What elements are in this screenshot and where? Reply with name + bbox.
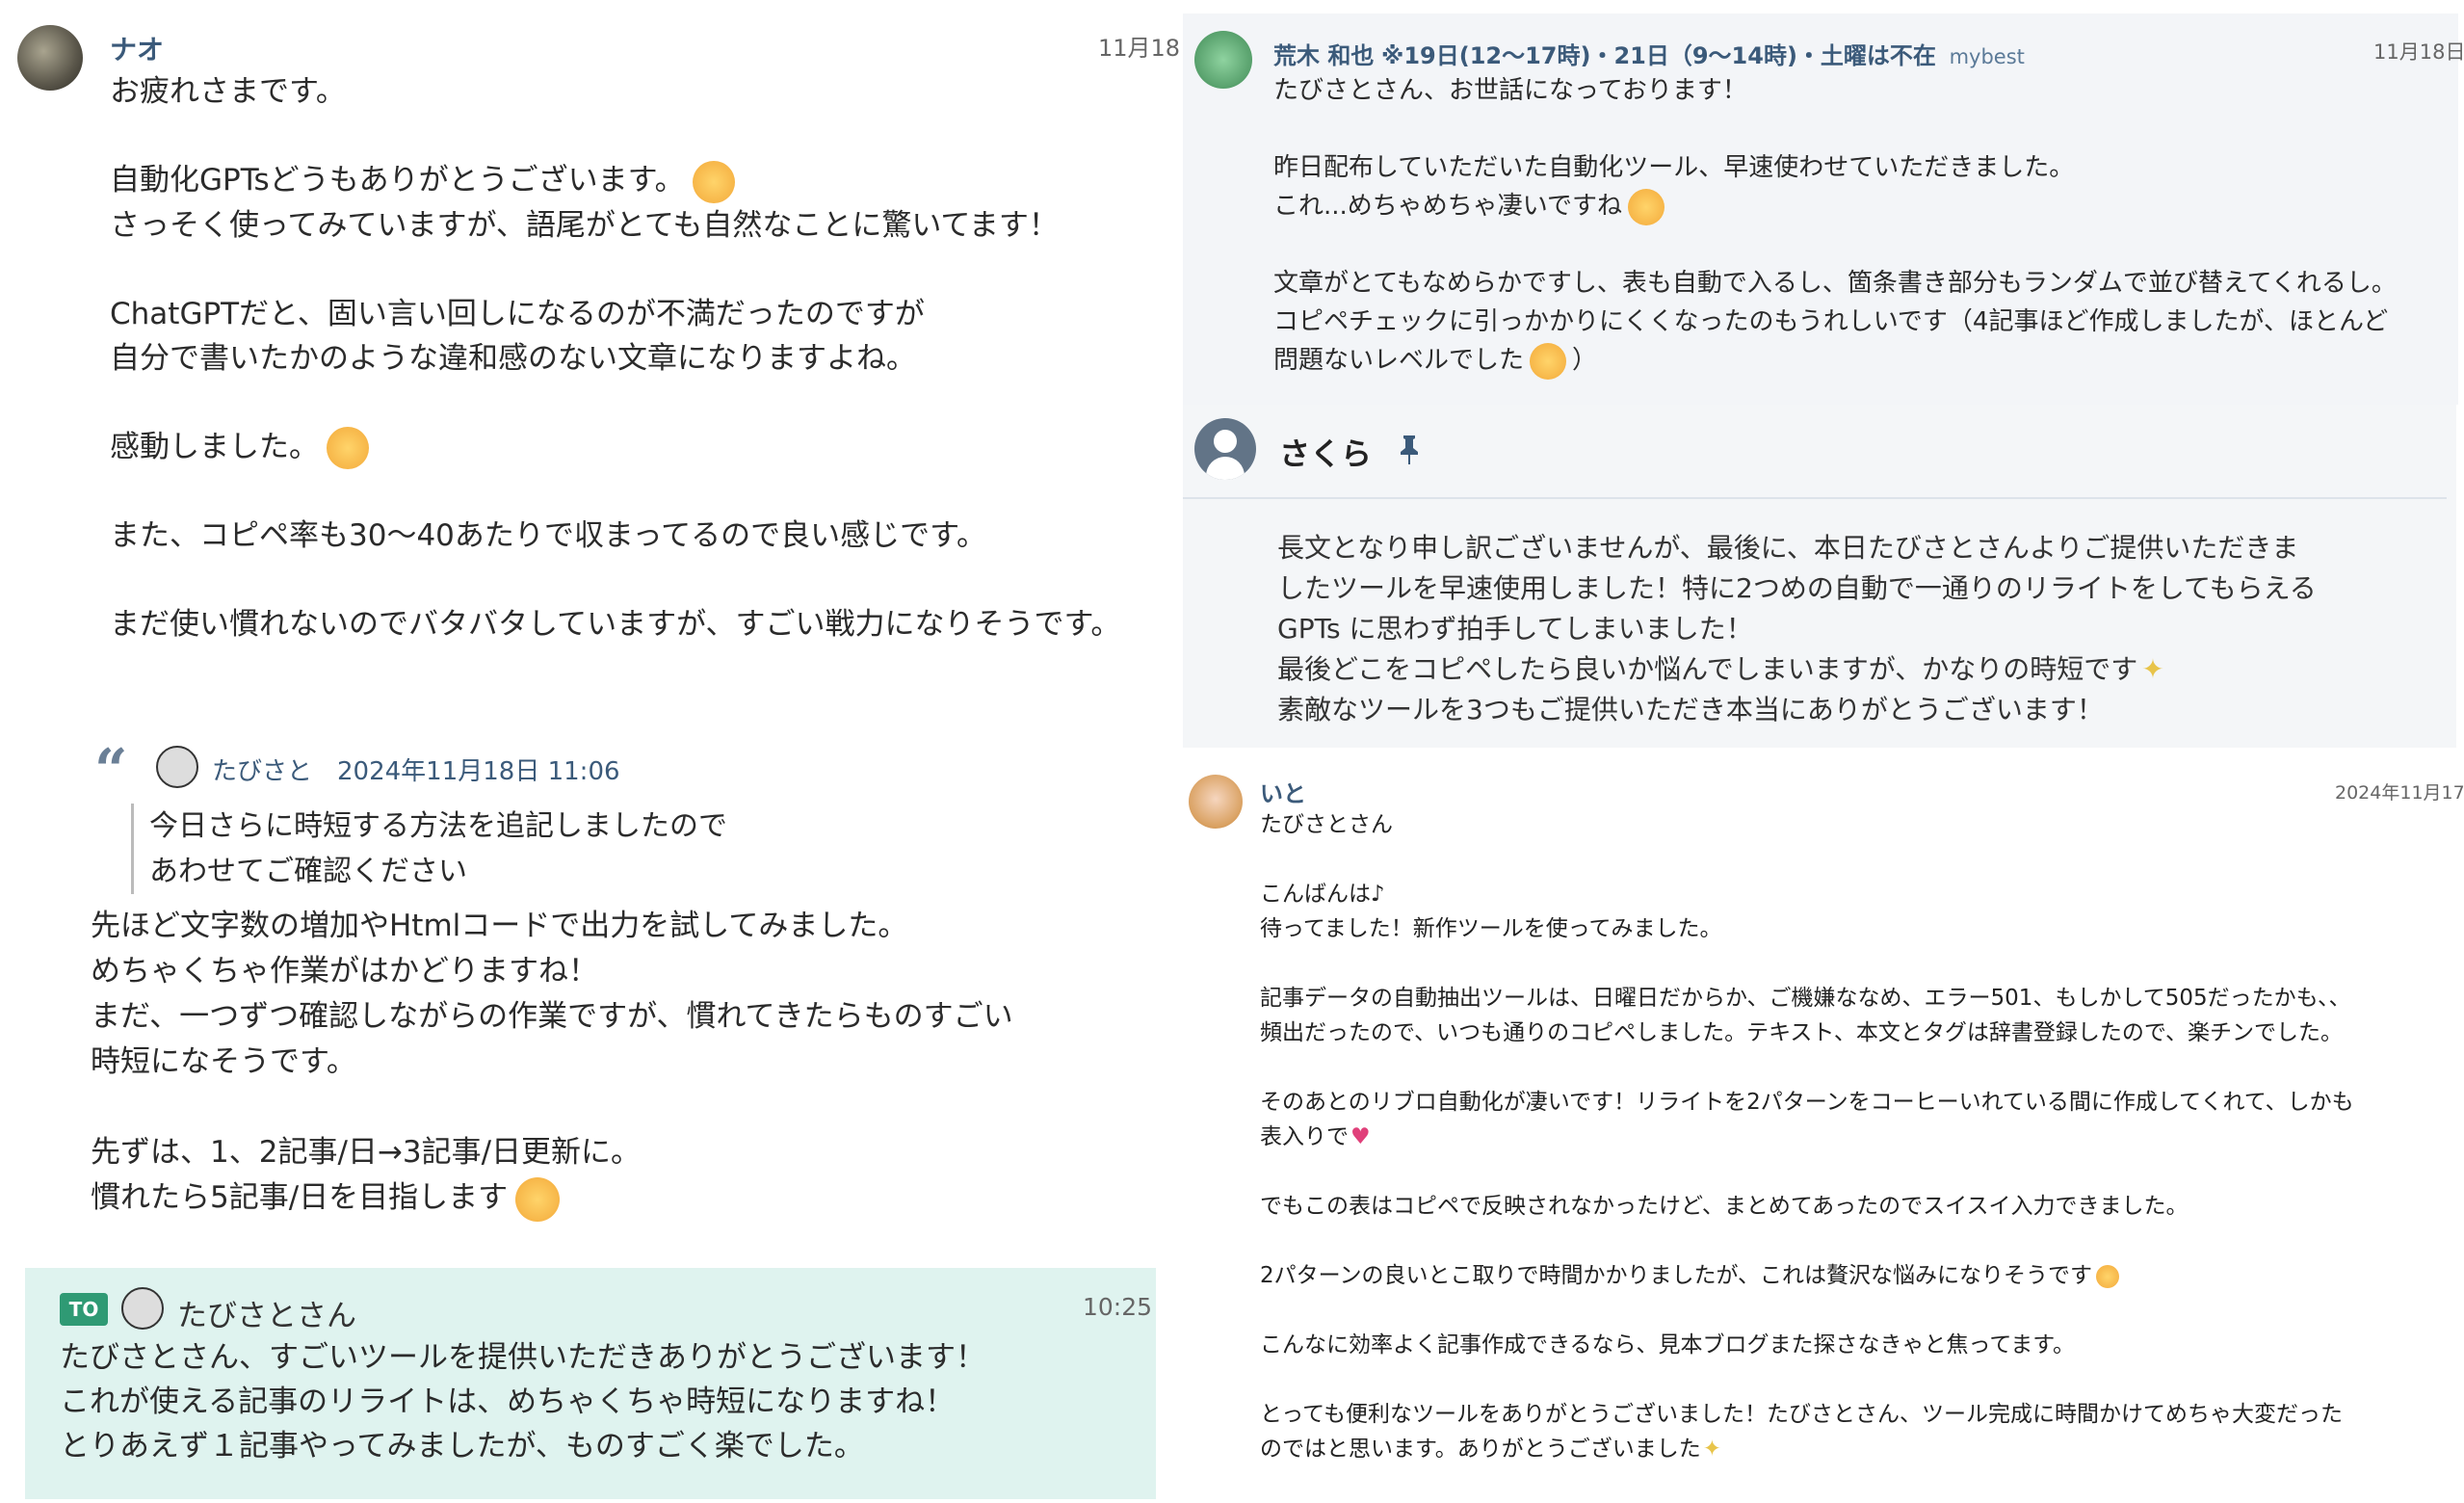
message-line: 自動化GPTsどうもありがとうございます。 [110,158,1169,203]
avatar[interactable] [17,25,83,91]
sender-header: 荒木 和也 ※19日(12〜17時)・21日（9〜14時)・土曜は不在 mybe… [1273,37,2025,70]
message-quote-reply: “ たびさと 2024年11月18日 11:06 今日さらに時短する方法を追記し… [0,732,1185,1252]
avatar[interactable] [1194,418,1256,480]
message-line: たびさとさん、お世話になっております！ [1273,76,1747,105]
message-line: こんなに効率よく記事作成できるなら、見本ブログまた探さなきゃと焦ってます。 [1260,1332,2075,1358]
message-paragraph: 文章がとてもなめらかですし、表も自動で入るし、箇条書き部分もランダムで並び替えて… [1273,269,2397,336]
message-ito: いと 2024年11月17日 たびさとさん こんばんは♪ 待ってました！新作ツー… [1183,761,2464,1503]
sender-name[interactable]: いと [1260,775,1306,808]
message-line: 表入りで♥ [1260,1124,1371,1149]
message-to: TO たびさとさん 10:25 たびさとさん、すごいツールを提供いただきありがと… [25,1268,1156,1499]
avatar[interactable] [1189,775,1243,829]
sender-status: ※19日(12〜17時)・21日（9〜14時)・土曜は不在 [1381,42,1936,69]
message-line: 慣れたら5記事/日を目指します [91,1175,1150,1222]
to-badge: TO [60,1293,108,1326]
message-araki: 荒木 和也 ※19日(12〜17時)・21日（9〜14時)・土曜は不在 mybe… [1183,13,2464,405]
message-line: 先ずは、1、2記事/日→3記事/日更新に。 [91,1135,642,1170]
timestamp: 2024年11月17日 [2335,782,2464,804]
sender-name[interactable]: ナオ [110,29,164,67]
message-line: これ...めちゃめちゃ凄いですね [1273,187,2449,225]
sender-name[interactable]: 荒木 和也 [1273,42,1374,69]
message-paragraph: ChatGPTだと、固い言い回しになるのが不満だったのですが 自分で書いたかのよ… [110,296,925,376]
avatar[interactable] [121,1287,164,1330]
message-body: たびさとさん、お世話になっております！ 昨日配布していただいた自動化ツール、早速… [1273,71,2449,380]
pin-icon[interactable] [1399,435,1420,464]
to-recipient-name[interactable]: たびさとさん [177,1291,356,1334]
grimace-face-emoji-icon [327,427,369,469]
message-line: 感動しました。 [110,425,1169,469]
sender-org: mybest [1949,45,2025,68]
divider [1183,497,2447,499]
greeting-text: お疲れさまです。 [110,74,346,109]
shush-face-emoji-icon [1530,342,1567,380]
quote-body: 今日さらに時短する方法を追記しましたので あわせてご確認ください [131,804,920,894]
quote-timestamp[interactable]: 2024年11月18日 11:06 [337,752,620,787]
message-line: 最後どこをコピペしたら良いか悩んでしまいますが、かなりの時短です ✦ [1277,653,2164,685]
message-paragraph: 先ほど文字数の増加やHtmlコードで出力を試してみました。 めちゃくちゃ作業がは… [91,909,1013,1079]
message-body: たびさとさん、すごいツールを提供いただきありがとうございます！ これが使える記事… [60,1340,985,1463]
message-line: 2パターンの良いとこ取りで時間かかりましたが、これは贅沢な悩みになりそうです [1260,1258,2454,1293]
sweat-face-emoji-icon [692,160,735,203]
sparkle-icon: ✦ [1702,1437,1721,1462]
message-line: とっても便利なツールをありがとうございました！たびさとさん、ツール完成に時間かけ… [1260,1402,2344,1427]
timestamp: 10:25 [1083,1293,1153,1321]
quote-mark-icon: “ [94,737,128,804]
message-paragraph: まだ使い慣れないのでバタバタしていますが、すごい戦力になりそうです。 [110,607,1121,642]
message-body: お疲れさまです。 自動化GPTsどうもありがとうございます。 さっそく使ってみて… [110,69,1169,646]
message-line: そのあとのリブロ自動化が凄いです！リライトを2パターンをコーヒーいれている間に作… [1260,1090,2354,1115]
message-line: でもこの表はコピペで反映されなかったけど、まとめてあったのでスイスイ入力できまし… [1260,1194,2189,1219]
sparkle-icon: ✦ [2141,653,2164,685]
message-paragraph: 長文となり申し訳ございませんが、最後に、本日たびさとさんよりご提供いただきま し… [1277,532,2317,645]
avatar[interactable] [156,746,198,788]
message-line: さっそく使ってみていますが、語尾がとても自然なことに驚いてます！ [110,207,1059,243]
quote-author[interactable]: たびさと [212,752,312,787]
sender-name[interactable]: さくら [1279,430,1372,474]
message-line: 昨日配布していただいた自動化ツール、早速使わせていただきました。 [1273,153,2075,182]
avatar[interactable] [1194,31,1252,89]
message-sakura: さくら 長文となり申し訳ございませんが、最後に、本日たびさとさんよりご提供いただ… [1183,405,2456,748]
message-line: のではと思います。ありがとうございました✦ [1260,1437,1721,1462]
reply-body: 先ほど文字数の増加やHtmlコードで出力を試してみました。 めちゃくちゃ作業がは… [91,904,1150,1222]
sweat-smile-emoji-icon [2096,1264,2120,1288]
message-body: たびさとさん こんばんは♪ 待ってました！新作ツールを使ってみました。 記事デー… [1260,807,2454,1466]
heart-icon: ♥ [1350,1124,1371,1149]
message-paragraph: また、コピペ率も30〜40あたりで収まってるので良い感じです。 [110,518,986,553]
message-paragraph: 記事データの自動抽出ツールは、日曜日だからか、ご機嫌ななめ、エラー501、もしか… [1260,986,2351,1045]
smile-face-emoji-icon [1628,188,1665,225]
message-line: たびさとさん [1260,812,1393,837]
message-line: 問題ないレベルでした） [1273,341,2449,380]
timestamp: 11月18日 [1098,35,1185,62]
message-paragraph: こんばんは♪ 待ってました！新作ツールを使ってみました。 [1260,882,1722,941]
message-line: 素敵なツールを3つもご提供いただき本当にありがとうございます！ [1277,694,2104,725]
message-nao: ナオ 11月18日 お疲れさまです。 自動化GPTsどうもありがとうございます。… [0,0,1185,694]
smile-face-emoji-icon [515,1176,561,1222]
message-body: 長文となり申し訳ございませんが、最後に、本日たびさとさんよりご提供いただきま し… [1277,528,2433,730]
timestamp: 11月18日 [2373,40,2464,64]
